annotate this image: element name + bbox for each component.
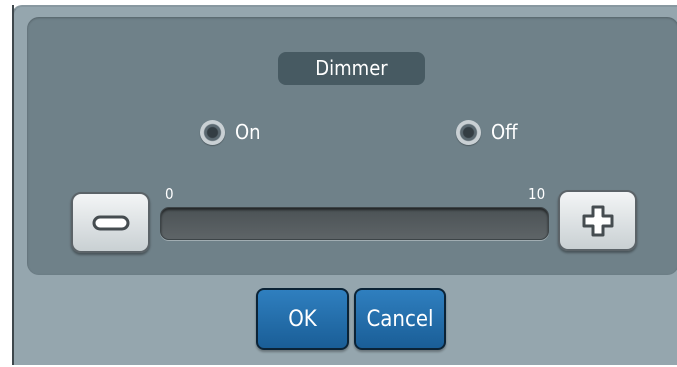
- dimmer-slider[interactable]: [160, 207, 549, 240]
- cancel-button[interactable]: Cancel: [354, 288, 446, 350]
- radio-dot-icon: [456, 119, 481, 145]
- ok-button[interactable]: OK: [256, 288, 349, 350]
- radio-on[interactable]: On: [200, 117, 261, 147]
- minus-icon: [92, 215, 129, 230]
- dialog-edge: [12, 5, 14, 365]
- plus-icon: [582, 205, 613, 236]
- radio-on-label: On: [235, 120, 261, 144]
- slider-max-label: 10: [528, 185, 546, 203]
- dialog-title: Dimmer: [278, 52, 425, 85]
- radio-off[interactable]: Off: [456, 117, 518, 147]
- radio-dot-icon: [200, 119, 225, 145]
- decrease-button[interactable]: [71, 192, 150, 253]
- radio-off-label: Off: [491, 120, 518, 144]
- slider-min-label: 0: [165, 185, 174, 203]
- increase-button[interactable]: [558, 190, 637, 251]
